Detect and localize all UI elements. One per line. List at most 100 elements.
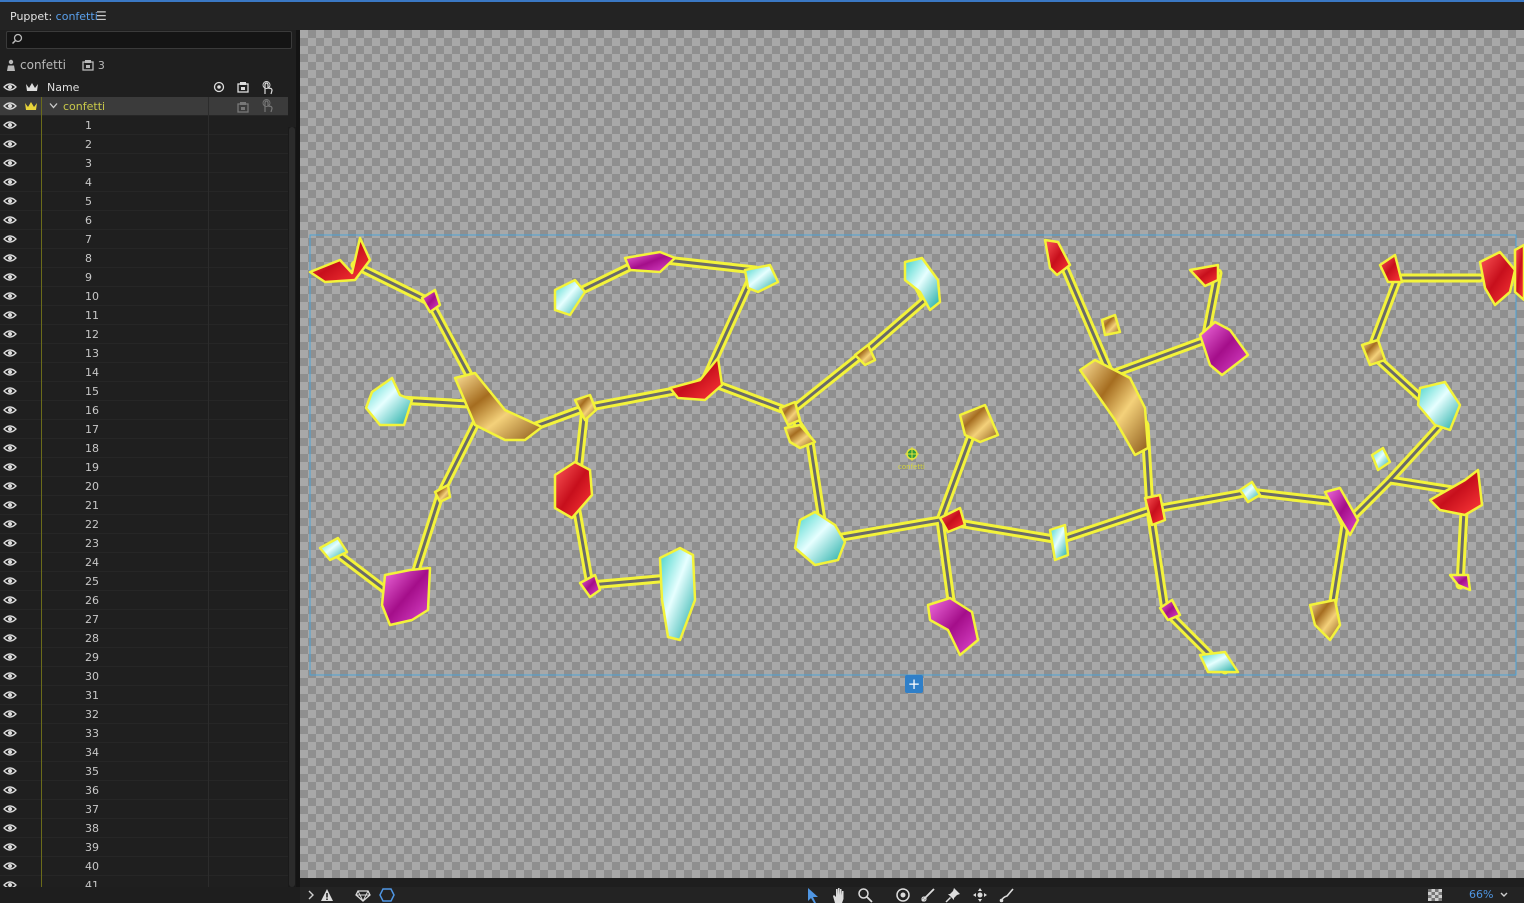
search-box[interactable]: [6, 31, 292, 49]
layer-row[interactable]: 41: [0, 876, 288, 887]
crown-cell[interactable]: [22, 743, 42, 762]
layer-row[interactable]: 36: [0, 781, 288, 800]
independent-column-icon[interactable]: [237, 81, 249, 93]
crown-cell[interactable]: [22, 591, 42, 610]
crown-cell[interactable]: [22, 705, 42, 724]
eye-icon[interactable]: [3, 101, 17, 111]
layer-row[interactable]: 31: [0, 686, 288, 705]
crown-cell[interactable]: [22, 876, 42, 887]
warning-icon[interactable]: [320, 887, 334, 903]
origin-tool-icon[interactable]: [895, 887, 911, 903]
eye-icon[interactable]: [3, 139, 17, 149]
layer-row[interactable]: 33: [0, 724, 288, 743]
crown-cell[interactable]: [22, 363, 42, 382]
layer-row[interactable]: 30: [0, 667, 288, 686]
layer-row[interactable]: 1: [0, 116, 288, 135]
stick-tool-icon[interactable]: [920, 887, 936, 903]
puppet-mesh[interactable]: [300, 30, 1524, 878]
eye-icon[interactable]: [3, 120, 17, 130]
eye-icon[interactable]: [3, 709, 17, 719]
crown-cell[interactable]: [22, 439, 42, 458]
layer-row-confetti[interactable]: confetti: [0, 97, 288, 116]
chevron-down-icon[interactable]: [49, 101, 58, 110]
add-handle-button[interactable]: +: [905, 675, 923, 693]
crown-cell[interactable]: [22, 325, 42, 344]
crown-cell[interactable]: [22, 515, 42, 534]
crown-cell[interactable]: [22, 572, 42, 591]
layer-row[interactable]: 17: [0, 420, 288, 439]
eye-icon[interactable]: [3, 538, 17, 548]
crown-cell[interactable]: [22, 857, 42, 876]
eye-icon[interactable]: [3, 177, 17, 187]
eye-icon[interactable]: [3, 861, 17, 871]
layer-row[interactable]: 24: [0, 553, 288, 572]
hamburger-menu-icon[interactable]: ☰: [96, 9, 107, 23]
layer-row[interactable]: 27: [0, 610, 288, 629]
eye-icon[interactable]: [3, 481, 17, 491]
layer-row[interactable]: 8: [0, 249, 288, 268]
draw-tool-icon[interactable]: [999, 887, 1015, 903]
dragger-icon[interactable]: [261, 99, 273, 113]
eye-icon[interactable]: [3, 823, 17, 833]
crown-cell[interactable]: [22, 116, 42, 135]
crown-icon[interactable]: [24, 100, 38, 112]
hexagon-icon[interactable]: [379, 887, 395, 903]
layer-list-scrollbar[interactable]: [288, 127, 296, 903]
layer-row[interactable]: 15: [0, 382, 288, 401]
eye-icon[interactable]: [3, 519, 17, 529]
crown-cell[interactable]: [22, 420, 42, 439]
eye-icon[interactable]: [3, 633, 17, 643]
eye-icon[interactable]: [3, 652, 17, 662]
pin-tool-icon[interactable]: [945, 887, 961, 903]
layer-row[interactable]: 13: [0, 344, 288, 363]
layer-row[interactable]: 5: [0, 192, 288, 211]
layer-row[interactable]: 18: [0, 439, 288, 458]
scene-canvas[interactable]: confetti +: [300, 30, 1524, 878]
visibility-column-eye-icon[interactable]: [3, 81, 17, 93]
crown-cell[interactable]: [22, 838, 42, 857]
eye-icon[interactable]: [3, 386, 17, 396]
eye-icon[interactable]: [3, 443, 17, 453]
mesh-icon[interactable]: [355, 887, 371, 903]
layer-list[interactable]: confetti 1 2 3 4 5 6 7 8 9 10 11 12 13 14 15 16 17 18 19 20…: [0, 97, 288, 887]
layer-row[interactable]: 11: [0, 306, 288, 325]
eye-icon[interactable]: [3, 671, 17, 681]
crown-cell[interactable]: [22, 724, 42, 743]
dragger-column-icon[interactable]: [261, 81, 273, 95]
select-tool-icon[interactable]: [806, 887, 820, 903]
layer-row[interactable]: 29: [0, 648, 288, 667]
layer-row[interactable]: 39: [0, 838, 288, 857]
layer-row[interactable]: 38: [0, 819, 288, 838]
eye-icon[interactable]: [3, 842, 17, 852]
crown-cell[interactable]: [22, 781, 42, 800]
expand-icon[interactable]: [306, 887, 316, 903]
crown-cell[interactable]: [22, 306, 42, 325]
eye-icon[interactable]: [3, 348, 17, 358]
layer-row[interactable]: 22: [0, 515, 288, 534]
crown-cell[interactable]: [22, 496, 42, 515]
scrollbar-thumb[interactable]: [289, 127, 295, 887]
eye-icon[interactable]: [3, 576, 17, 586]
dragger-tool-icon[interactable]: [972, 887, 988, 903]
layer-row[interactable]: 3: [0, 154, 288, 173]
eye-icon[interactable]: [3, 462, 17, 472]
layer-row[interactable]: 10: [0, 287, 288, 306]
crown-cell[interactable]: [22, 135, 42, 154]
crown-cell[interactable]: [22, 800, 42, 819]
origin-handle[interactable]: [905, 447, 919, 461]
eye-icon[interactable]: [3, 690, 17, 700]
crown-cell[interactable]: [22, 268, 42, 287]
crown-cell[interactable]: [22, 458, 42, 477]
crown-cell[interactable]: [22, 477, 42, 496]
crown-cell[interactable]: [22, 154, 42, 173]
eye-icon[interactable]: [3, 158, 17, 168]
eye-icon[interactable]: [3, 405, 17, 415]
zoom-level[interactable]: 66%: [1469, 888, 1493, 901]
crown-cell[interactable]: [22, 344, 42, 363]
eye-icon[interactable]: [3, 253, 17, 263]
crown-cell[interactable]: [22, 629, 42, 648]
eye-icon[interactable]: [3, 747, 17, 757]
layer-row[interactable]: 26: [0, 591, 288, 610]
zoom-tool-icon[interactable]: [857, 887, 873, 903]
eye-icon[interactable]: [3, 272, 17, 282]
